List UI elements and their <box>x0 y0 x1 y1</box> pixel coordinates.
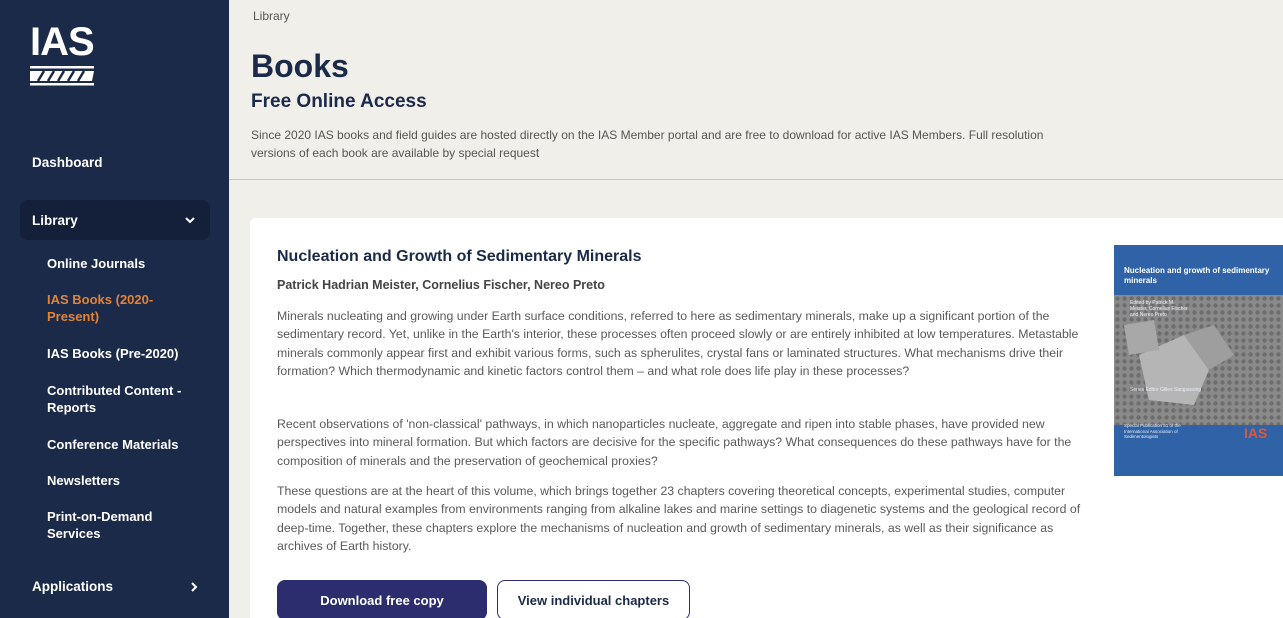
logo-stripes-icon <box>30 66 94 86</box>
nav-online-journals[interactable]: Online Journals <box>47 255 207 272</box>
download-free-copy-button[interactable]: Download free copy <box>277 580 487 618</box>
cover-title: Nucleation and growth of sedimentary min… <box>1124 266 1270 285</box>
divider <box>229 179 1283 180</box>
book-cover[interactable]: Nucleation and growth of sedimentary min… <box>1114 245 1283 476</box>
nav-library[interactable]: Library <box>20 200 210 240</box>
nav-applications-label: Applications <box>32 579 114 594</box>
nav-contributed-content-reports[interactable]: Contributed Content - Reports <box>47 382 197 416</box>
book-description-paragraph: These questions are at the heart of this… <box>277 484 1081 553</box>
book-title: Nucleation and Growth of Sedimentary Min… <box>277 248 642 265</box>
page-title: Books <box>251 48 349 84</box>
breadcrumb[interactable]: Library <box>253 9 290 23</box>
nav-dashboard[interactable]: Dashboard <box>32 155 103 170</box>
ias-logo[interactable]: IAS <box>30 20 95 98</box>
nav-newsletters[interactable]: Newsletters <box>47 472 207 489</box>
page-subtitle: Free Online Access <box>251 91 427 112</box>
cover-ias-logo: IAS <box>1244 425 1268 441</box>
nav-ias-books-2020-present[interactable]: IAS Books (2020-Present) <box>47 291 187 325</box>
nav-applications[interactable]: Applications <box>32 579 200 594</box>
book-description-paragraph: Recent observations of 'non-classical' p… <box>277 417 1072 468</box>
nav-print-on-demand-services[interactable]: Print-on-Demand Services <box>47 508 177 542</box>
cover-editors: Edited by Patrick M. Meister, Cornelius … <box>1130 300 1188 318</box>
chevron-right-icon <box>191 581 198 592</box>
cover-publication: Special Publication 51 of the Internatio… <box>1124 423 1181 439</box>
book-description-paragraph: Minerals nucleating and growing under Ea… <box>277 309 1079 378</box>
cover-series: Series Editor Gilles Sangiassing <box>1130 387 1202 393</box>
nav-ias-books-pre-2020[interactable]: IAS Books (Pre-2020) <box>47 345 207 362</box>
sidebar: IAS Dashboard Library Online Journals IA… <box>0 0 229 618</box>
nav-library-label: Library <box>32 212 78 228</box>
page-intro: Since 2020 IAS books and field guides ar… <box>251 128 1044 160</box>
logo-text: IAS <box>30 20 95 64</box>
nav-conference-materials[interactable]: Conference Materials <box>47 436 207 453</box>
chevron-down-icon <box>185 217 195 224</box>
book-authors: Patrick Hadrian Meister, Cornelius Fisch… <box>277 278 605 292</box>
view-individual-chapters-button[interactable]: View individual chapters <box>497 580 690 618</box>
